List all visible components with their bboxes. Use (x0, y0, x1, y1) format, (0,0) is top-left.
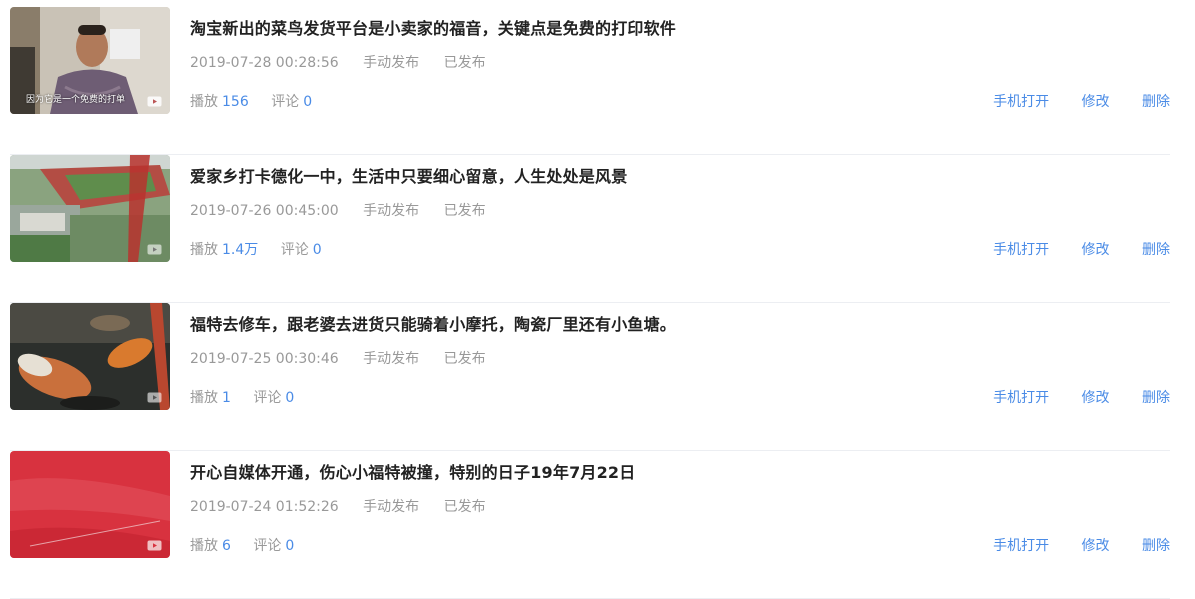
publish-date: 2019-07-25 00:30:46 (190, 351, 339, 367)
video-title[interactable]: 福特去修车，跟老婆去进货只能骑着小摩托，陶瓷厂里还有小鱼塘。 (190, 311, 676, 335)
publish-date: 2019-07-26 00:45:00 (190, 203, 339, 219)
publish-type: 手动发布 (363, 55, 420, 71)
open-on-mobile-link[interactable]: 手机打开 (993, 538, 1049, 554)
play-count: 6 (222, 538, 231, 554)
edit-link[interactable]: 修改 (1082, 538, 1110, 554)
video-thumbnail[interactable] (10, 451, 170, 558)
publish-type: 手动发布 (363, 499, 420, 515)
delete-link[interactable]: 删除 (1142, 538, 1170, 554)
play-label: 播放 (190, 390, 218, 406)
list-item: 开心自媒体开通，伤心小福特被撞，特别的日子19年7月22日 2019-07-24… (10, 451, 1170, 599)
video-meta: 2019-07-28 00:28:56 手动发布 已发布 (190, 52, 506, 72)
video-stats: 播放 156 评论 0 (190, 91, 330, 111)
item-actions: 手机打开 修改 删除 (965, 91, 1170, 111)
video-meta: 2019-07-25 00:30:46 手动发布 已发布 (190, 348, 506, 368)
edit-link[interactable]: 修改 (1082, 242, 1110, 258)
video-icon (147, 96, 162, 107)
comment-count: 0 (312, 242, 322, 258)
list-item: 因为它是一个免费的打单 淘宝新出的菜鸟发货平台是小卖家的福音，关键点是免费的打印… (10, 7, 1170, 155)
publish-type: 手动发布 (363, 351, 420, 367)
publish-type: 手动发布 (363, 203, 420, 219)
comment-label: 评论 (253, 390, 282, 406)
comment-label: 评论 (253, 538, 282, 554)
thumbnail-caption: 因为它是一个免费的打单 (26, 95, 126, 105)
publish-status: 已发布 (443, 203, 486, 219)
play-label: 播放 (190, 242, 218, 258)
thumbnail-image (10, 303, 170, 410)
publish-date: 2019-07-24 01:52:26 (190, 499, 339, 515)
publish-status: 已发布 (443, 499, 486, 515)
open-on-mobile-link[interactable]: 手机打开 (993, 94, 1049, 110)
comment-label: 评论 (280, 242, 309, 258)
video-thumbnail[interactable] (10, 303, 170, 410)
edit-link[interactable]: 修改 (1082, 94, 1110, 110)
video-icon (147, 244, 162, 255)
play-count: 1 (222, 390, 231, 406)
delete-link[interactable]: 删除 (1142, 390, 1170, 406)
open-on-mobile-link[interactable]: 手机打开 (993, 242, 1049, 258)
open-on-mobile-link[interactable]: 手机打开 (993, 390, 1049, 406)
video-meta: 2019-07-26 00:45:00 手动发布 已发布 (190, 200, 506, 220)
video-thumbnail[interactable]: 因为它是一个免费的打单 (10, 7, 170, 114)
edit-link[interactable]: 修改 (1082, 390, 1110, 406)
play-label: 播放 (190, 538, 218, 554)
delete-link[interactable]: 删除 (1142, 242, 1170, 258)
video-stats: 播放 1.4万 评论 0 (190, 239, 340, 259)
play-count: 156 (222, 94, 249, 110)
thumbnail-image (10, 451, 170, 558)
publish-date: 2019-07-28 00:28:56 (190, 55, 339, 71)
list-item: 福特去修车，跟老婆去进货只能骑着小摩托，陶瓷厂里还有小鱼塘。 2019-07-2… (10, 303, 1170, 451)
video-title[interactable]: 开心自媒体开通，伤心小福特被撞，特别的日子19年7月22日 (190, 459, 635, 483)
comment-count: 0 (285, 390, 295, 406)
video-title[interactable]: 爱家乡打卡德化一中，生活中只要细心留意，人生处处是风景 (190, 163, 627, 187)
comment-count: 0 (285, 538, 295, 554)
comment-count: 0 (303, 94, 313, 110)
video-meta: 2019-07-24 01:52:26 手动发布 已发布 (190, 496, 506, 516)
play-label: 播放 (190, 94, 218, 110)
comment-label: 评论 (271, 94, 300, 110)
item-actions: 手机打开 修改 删除 (965, 387, 1170, 407)
video-thumbnail[interactable] (10, 155, 170, 262)
video-icon (147, 392, 162, 403)
publish-status: 已发布 (443, 351, 486, 367)
item-actions: 手机打开 修改 删除 (965, 239, 1170, 259)
item-actions: 手机打开 修改 删除 (965, 535, 1170, 555)
video-stats: 播放 1 评论 0 (190, 387, 312, 407)
video-title[interactable]: 淘宝新出的菜鸟发货平台是小卖家的福音，关键点是免费的打印软件 (190, 15, 676, 39)
publish-status: 已发布 (443, 55, 486, 71)
video-icon (147, 540, 162, 551)
play-count: 1.4万 (222, 242, 259, 258)
thumbnail-image (10, 155, 170, 262)
list-item: 爱家乡打卡德化一中，生活中只要细心留意，人生处处是风景 2019-07-26 0… (10, 155, 1170, 303)
delete-link[interactable]: 删除 (1142, 94, 1170, 110)
video-stats: 播放 6 评论 0 (190, 535, 312, 555)
